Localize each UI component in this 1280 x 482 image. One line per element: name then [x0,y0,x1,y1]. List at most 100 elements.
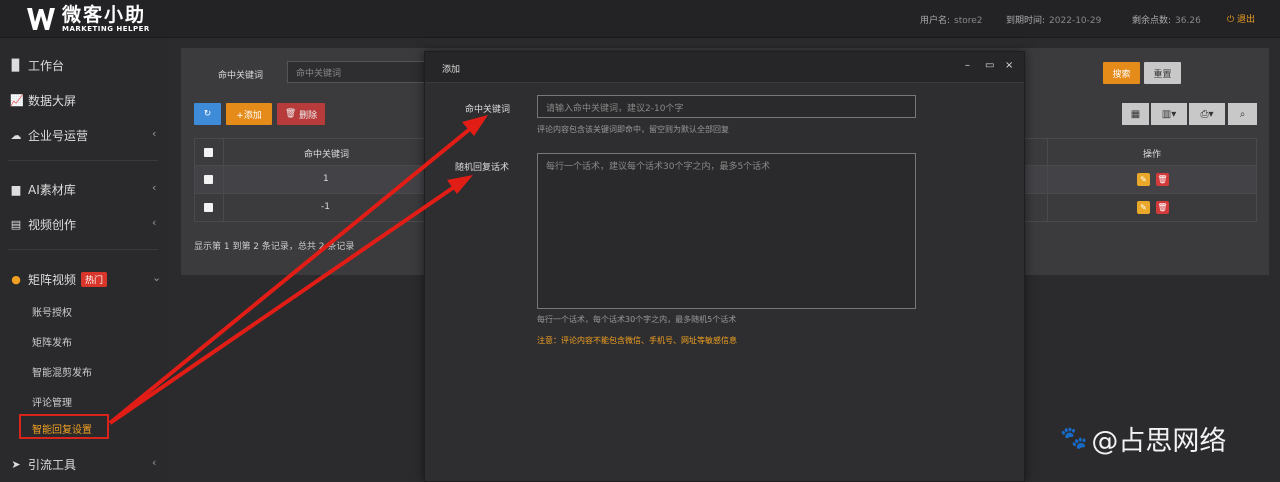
logo-subtitle: MARKETING HELPER [62,25,150,33]
refresh-icon: ↻ [203,109,212,119]
keyword-filter-input[interactable]: 命中关键词 [287,61,427,83]
expire-label: 到期时间: [1006,16,1046,26]
delete-label: 删除 [299,110,318,121]
user-label: 用户名: [920,16,951,26]
column-divider [223,166,224,193]
column-divider [223,139,224,165]
chevron-left-icon: ‹ [152,216,157,229]
send-icon: ➤ [11,458,21,471]
action-header: 操作 [1143,150,1162,160]
paw-icon: 🐾 [1060,426,1088,451]
column-divider [223,194,224,221]
row-checkbox[interactable] [204,203,213,212]
reply-hint: 每行一个话术，每个话术30个字之内，最多随机5个话术 [537,315,737,324]
refresh-button[interactable]: ↻ [194,103,221,125]
divider [8,160,158,161]
maximize-icon[interactable]: ▭ [985,60,994,71]
chevron-left-icon: ‹ [152,181,157,194]
keyword-header: 命中关键词 [304,150,350,160]
logo: 微客小助 MARKETING HELPER [26,5,150,33]
dialog-title: 添加 [442,65,461,75]
keyword-cell: 1 [323,174,329,184]
minimize-icon[interactable]: – [965,60,970,71]
sidebar-subitem-account-auth[interactable]: 账号授权 [32,304,72,319]
sidebar-item-enterprise[interactable]: ☁ 企业号运营 [10,127,89,144]
logo-title: 微客小助 [62,4,147,26]
delete-button[interactable]: 🗑 删除 [277,103,325,125]
chart-icon: 📈 [10,94,24,107]
points-value: 36.26 [1175,16,1201,26]
search-toggle-button[interactable]: ⌕ [1228,103,1257,125]
select-all-checkbox[interactable] [204,148,213,157]
warning-note: 注意：评论内容不能包含微信、手机号、网址等敏感信息 [537,336,737,345]
sidebar-item-label: 引流工具 [28,458,77,472]
chevron-left-icon: ‹ [152,127,157,140]
sidebar-item-label: AI素材库 [28,183,76,197]
cloud-icon: ☁ [10,129,22,142]
sidebar-subitem-comment-manage[interactable]: 评论管理 [32,394,72,409]
sidebar-item-workbench[interactable]: ▉ 工作台 [10,57,64,74]
export-button[interactable]: ▦ [1122,103,1149,125]
sidebar-item-traffic-tools[interactable]: ➤ 引流工具 [10,456,76,473]
film-icon: ▤ [10,218,22,231]
sidebar-item-label: 企业号运营 [28,129,89,143]
power-icon: ⏻ [1227,15,1235,25]
hot-badge: 热门 [81,272,108,287]
sidebar-item-matrix-video[interactable]: ● 矩阵视频 热门 [10,271,108,288]
sidebar-item-video-create[interactable]: ▤ 视频创作 [10,216,76,233]
dialog-header: 添加 – ▭ × [425,52,1024,83]
columns-button[interactable]: ▥▾ [1151,103,1187,125]
reset-button[interactable]: 重置 [1144,62,1181,84]
sidebar-item-label: 工作台 [28,59,65,73]
column-divider [1047,139,1048,165]
top-bar: 微客小助 MARKETING HELPER 用户名: store2 到期时间: 20… [0,0,1280,38]
folder-icon: ▆ [11,183,21,196]
expire-info: 到期时间: 2022-10-29 [1006,13,1101,26]
trash-icon: 🗑 [284,109,297,119]
keyword-input[interactable]: 请输入命中关键词，建议2-10个字 [537,95,916,118]
sidebar-item-label: 数据大屏 [28,94,77,108]
column-divider [1047,166,1048,193]
chevron-down-icon: ⌄ [152,271,162,284]
sidebar-subitem-smart-mix-publish[interactable]: 智能混剪发布 [32,364,92,379]
sidebar-subitem-matrix-publish[interactable]: 矩阵发布 [32,334,72,349]
edit-icon[interactable]: ✎ [1137,201,1150,214]
table-icon: ▦ [1130,108,1141,120]
add-button[interactable]: +添加 [226,103,272,125]
delete-row-icon[interactable]: 🗑 [1156,201,1169,214]
watermark-text: @占思网络 [1091,426,1227,457]
watermark: 🐾 @占思网络 [1060,419,1226,458]
sidebar-item-dashboard[interactable]: 📈 数据大屏 [10,92,76,109]
search-button[interactable]: 搜索 [1103,62,1140,84]
search-icon: ⌕ [1239,108,1246,120]
edit-icon[interactable]: ✎ [1137,173,1150,186]
delete-row-icon[interactable]: 🗑 [1156,173,1169,186]
sidebar-item-label: 矩阵视频 [28,273,77,287]
divider [8,249,158,250]
chevron-left-icon: ‹ [152,456,157,469]
row-checkbox[interactable] [204,175,213,184]
keyword-hint: 评论内容包含该关键词即命中，留空则为默认全部回复 [537,125,729,134]
logo-mark-icon [27,8,55,30]
keyword-cell: -1 [321,202,330,212]
sidebar-item-ai-library[interactable]: ▆ AI素材库 [10,181,76,198]
columns-icon: ▥▾ [1161,108,1177,120]
expire-value: 2022-10-29 [1049,16,1102,26]
video-icon: ● [11,273,21,286]
add-dialog: 添加 – ▭ × 命中关键词 请输入命中关键词，建议2-10个字 评论内容包含该… [424,51,1025,482]
user-info: 用户名: store2 [920,13,983,26]
user-value: store2 [954,16,983,26]
reply-textarea[interactable]: 每行一个话术，建议每个话术30个字之内，最多5个话术 [537,153,916,309]
keyword-field-label: 命中关键词 [465,105,511,115]
sidebar-item-label: 视频创作 [28,218,77,232]
print-button[interactable]: ⎙▾ [1189,103,1225,125]
close-icon[interactable]: × [1005,60,1013,71]
logout-label: 退出 [1237,15,1256,25]
monitor-icon: ▉ [11,59,21,72]
print-icon: ⎙▾ [1200,108,1214,120]
points-label: 剩余点数: [1132,16,1172,26]
pagination-info: 显示第 1 到第 2 条记录，总共 2 条记录 [194,242,355,252]
sidebar-subitem-smart-reply[interactable]: 智能回复设置 [19,414,109,439]
column-divider [1047,194,1048,221]
logout-button[interactable]: ⏻ 退出 [1227,12,1255,25]
